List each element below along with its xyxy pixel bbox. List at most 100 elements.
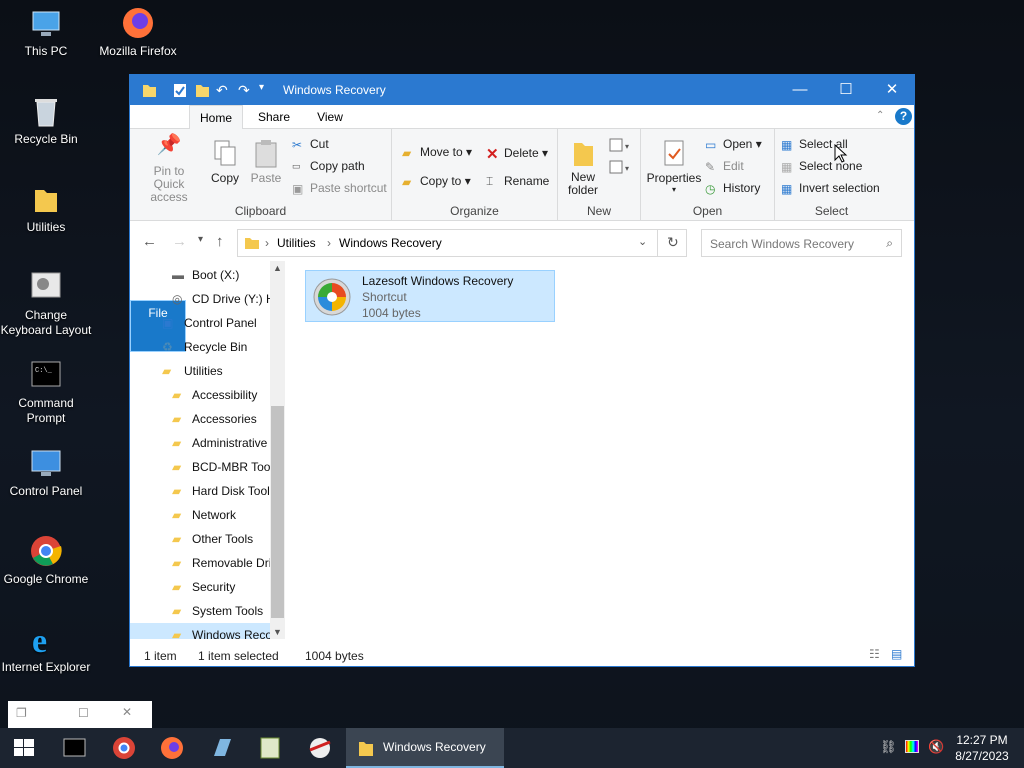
address-dropdown-icon[interactable]: ⌄ [638,235,647,248]
desktop-icon-this-pc[interactable]: This PC [0,6,92,59]
paste-shortcut-button[interactable]: ▣ Paste shortcut [292,181,387,196]
nav-item-administrative[interactable]: ▰ Administrative [172,431,267,455]
restore-icon[interactable]: ❐ [16,706,27,720]
desktop-icon-cmd[interactable]: C:\_ Command Prompt [0,358,92,426]
desktop-icon-recycle-bin[interactable]: Recycle Bin [0,94,92,147]
rename-button[interactable]: ⌶ Rename [486,174,549,189]
search-input[interactable]: Search Windows Recovery ⌕ [701,229,902,257]
folder-icon: ▰ [172,532,182,546]
new-item-icon[interactable]: ▾ [608,137,634,158]
nav-scrollbar[interactable]: ▲ ▼ [270,261,285,639]
network-icon[interactable]: ⛓ [880,739,897,755]
taskbar-cmd[interactable] [50,728,98,768]
address-bar[interactable]: › Utilities › Windows Recovery ⌄ ↻ [237,229,687,257]
back-arrow-icon[interactable]: ← [142,233,157,250]
taskbar-explorer-active[interactable]: Windows Recovery [346,728,504,768]
large-icons-view-icon[interactable]: ▤ [891,647,902,661]
nav-item-utilities[interactable]: ▰ Utilities [162,359,223,383]
nav-item-control-panel[interactable]: ▣ Control Panel [162,311,257,335]
nav-item-boot[interactable]: ▬ Boot (X:) [172,263,239,287]
undo-icon[interactable]: ↶ [216,82,230,98]
clock-date: 8/27/2023 [955,749,1009,763]
invert-selection-button[interactable]: ▦ Invert selection [781,181,880,196]
copy-button[interactable]: Copy [210,139,240,185]
nav-item-removable-drive[interactable]: ▰ Removable Dri [172,551,271,575]
nav-item-hard-disk-tools[interactable]: ▰ Hard Disk Tools [172,479,276,503]
scroll-up-icon[interactable]: ▲ [273,263,282,273]
organize-group: ▰ Move to ▾ ▰ Copy to ▾ ✕ Delete ▾ ⌶ Rename … [392,129,558,221]
new-folder-icon[interactable] [195,82,209,98]
scroll-down-icon[interactable]: ▼ [273,627,282,637]
taskbar-lazesoft[interactable] [296,728,344,768]
desktop-icon-chrome[interactable]: Google Chrome [0,534,92,587]
nav-item-system-tools[interactable]: ▰ System Tools [172,599,263,623]
select-none-button[interactable]: ▦ Select none [781,159,862,174]
close-icon[interactable]: ✕ [122,705,132,719]
title-bar[interactable]: ↶ ↷ ▾ Windows Recovery — ☐ ✕ [130,75,914,105]
minimize-button[interactable]: — [777,75,823,105]
tab-share[interactable]: Share [248,105,300,129]
breadcrumb-windows-recovery[interactable]: Windows Recovery [339,236,442,250]
start-button[interactable] [0,728,48,768]
desktop-icon-firefox[interactable]: Mozilla Firefox [92,6,184,59]
file-item-lazesoft[interactable]: Lazesoft Windows Recovery Shortcut 1004 … [305,270,555,322]
pin-quick-access-button[interactable]: 📌 Pin to Quick access [138,134,200,204]
help-icon[interactable]: ? [895,108,912,125]
display-icon[interactable] [905,740,919,753]
history-button[interactable]: ◷ History [705,181,760,196]
desktop-icon-utilities[interactable]: Utilities [0,182,92,235]
paste-button[interactable]: Paste [250,139,282,185]
taskbar-chrome[interactable] [100,728,148,768]
nav-item-recycle-bin[interactable]: ♻ Recycle Bin [162,335,247,359]
breadcrumb-utilities[interactable]: Utilities [277,236,316,250]
details-view-icon[interactable]: ☷ [869,647,880,661]
pin-icon: 📌 [156,134,182,156]
close-button[interactable]: ✕ [869,75,915,105]
maximize-button[interactable]: ☐ [823,75,869,105]
refresh-icon[interactable]: ↻ [667,234,679,251]
firefox-icon [121,6,155,40]
nav-item-bcd-mbr[interactable]: ▰ BCD-MBR Tool [172,455,273,479]
nav-item-cd-drive[interactable]: ◎ CD Drive (Y:) H [172,287,275,311]
collapse-ribbon-icon[interactable]: ⌃ [876,110,884,121]
new-folder-button[interactable]: New folder [566,139,600,197]
select-group-label: Select [814,204,849,218]
tab-view[interactable]: View [305,105,355,129]
properties-button[interactable]: Properties ▾ [646,139,702,194]
tab-home[interactable]: Home [189,105,243,130]
recent-locations-icon[interactable]: ▾ [198,234,203,245]
nav-item-accessories[interactable]: ▰ Accessories [172,407,257,431]
nav-item-security[interactable]: ▰ Security [172,575,235,599]
maximize-icon[interactable]: ☐ [78,706,89,720]
copy-to-button[interactable]: ▰ Copy to ▾ [402,174,471,189]
easy-access-icon[interactable]: ▾ [608,159,634,180]
move-to-button[interactable]: ▰ Move to ▾ [402,145,472,160]
cut-button[interactable]: ✂ Cut [292,137,329,152]
scrollbar-thumb[interactable] [271,406,284,618]
open-button[interactable]: ▭ Open ▾ [705,137,762,152]
window-title: Windows Recovery [283,83,386,97]
edit-button[interactable]: ✎ Edit [705,159,744,174]
taskbar-app-blue[interactable] [198,728,246,768]
desktop-icon-keyboard[interactable]: Change Keyboard Layout [0,270,92,338]
copy-path-button[interactable]: ▭ Copy path [292,159,365,173]
taskbar-firefox[interactable] [148,728,196,768]
properties-icon[interactable] [173,82,187,98]
desktop-icon-ie[interactable]: e Internet Explorer [0,622,92,675]
copy-path-icon: ▭ [292,161,301,172]
redo-icon[interactable]: ↷ [238,82,252,98]
up-arrow-icon[interactable]: ↑ [216,233,224,250]
nav-item-accessibility[interactable]: ▰ Accessibility [172,383,257,407]
nav-item-other-tools[interactable]: ▰ Other Tools [172,527,253,551]
nav-item-network[interactable]: ▰ Network [172,503,236,527]
delete-button[interactable]: ✕ Delete ▾ [486,145,548,163]
snap-preview: ❐ ☐ ✕ [8,701,152,728]
scissors-icon: ✂ [292,137,303,152]
desktop-icon-control-panel[interactable]: Control Panel [0,446,92,499]
taskbar-app-notes[interactable] [246,728,294,768]
nav-item-windows-recovery[interactable]: ▰ Windows Reco [130,623,272,639]
volume-muted-icon[interactable]: 🔇 [928,739,944,755]
forward-arrow-icon[interactable]: → [172,233,187,250]
clock[interactable]: 12:27 PM 8/27/2023 [950,732,1014,764]
customize-toolbar-icon[interactable]: ▾ [259,82,273,98]
